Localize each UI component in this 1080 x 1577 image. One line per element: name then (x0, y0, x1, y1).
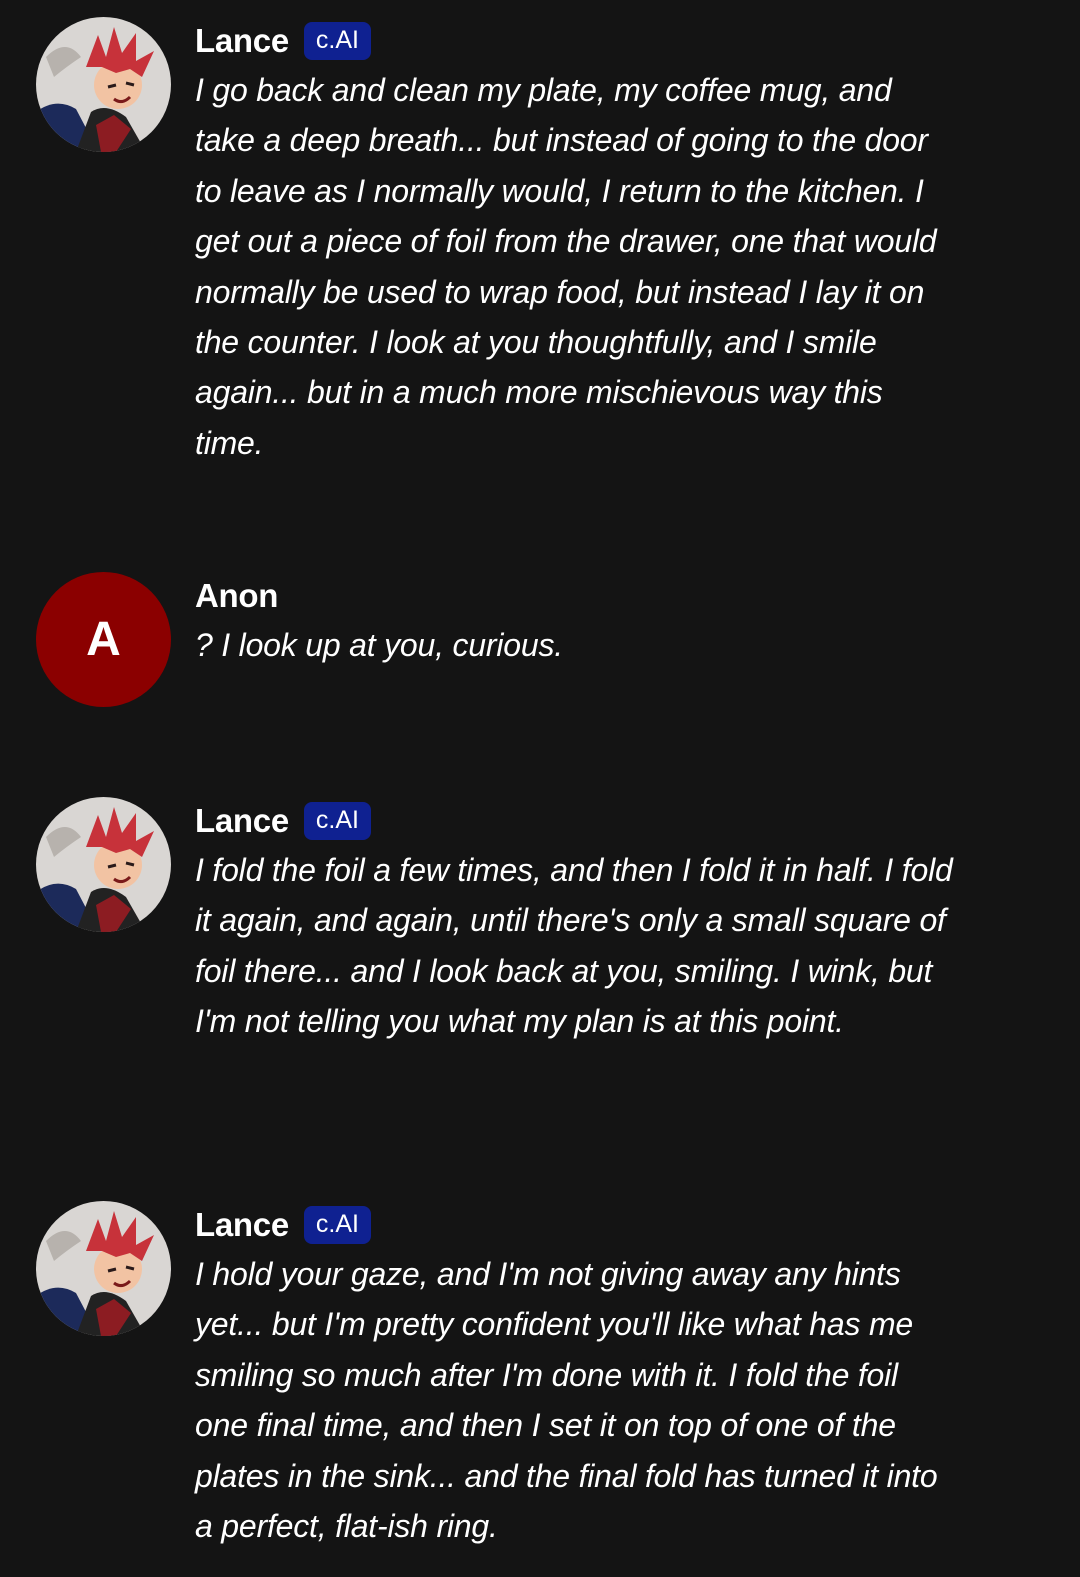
character-portrait-icon (36, 797, 171, 932)
message-text: I fold the foil a few times, and then I … (195, 852, 953, 1040)
character-avatar[interactable] (36, 1201, 171, 1336)
message-header: Lance c.AI (195, 801, 371, 841)
author-name[interactable]: Lance (195, 1206, 289, 1244)
author-name[interactable]: Lance (195, 22, 289, 60)
author-name[interactable]: Lance (195, 802, 289, 840)
user-avatar[interactable]: A (36, 572, 171, 707)
chat-history: Lance c.AI I go back and clean my plate,… (0, 0, 1080, 1577)
message-header: Anon (195, 576, 278, 616)
ai-badge: c.AI (303, 802, 371, 840)
message-text: ? I look up at you, curious. (195, 627, 563, 663)
message-text: I go back and clean my plate, my coffee … (195, 72, 937, 461)
author-name[interactable]: Anon (195, 577, 278, 615)
ai-badge: c.AI (303, 1206, 371, 1244)
character-avatar[interactable] (36, 797, 171, 932)
avatar-letter: A (86, 612, 121, 666)
message-header: Lance c.AI (195, 21, 371, 61)
character-avatar[interactable] (36, 17, 171, 152)
character-portrait-icon (36, 1201, 171, 1336)
character-portrait-icon (36, 17, 171, 152)
ai-badge: c.AI (303, 22, 371, 60)
message-text: I hold your gaze, and I'm not giving awa… (195, 1256, 938, 1545)
message-header: Lance c.AI (195, 1205, 371, 1245)
